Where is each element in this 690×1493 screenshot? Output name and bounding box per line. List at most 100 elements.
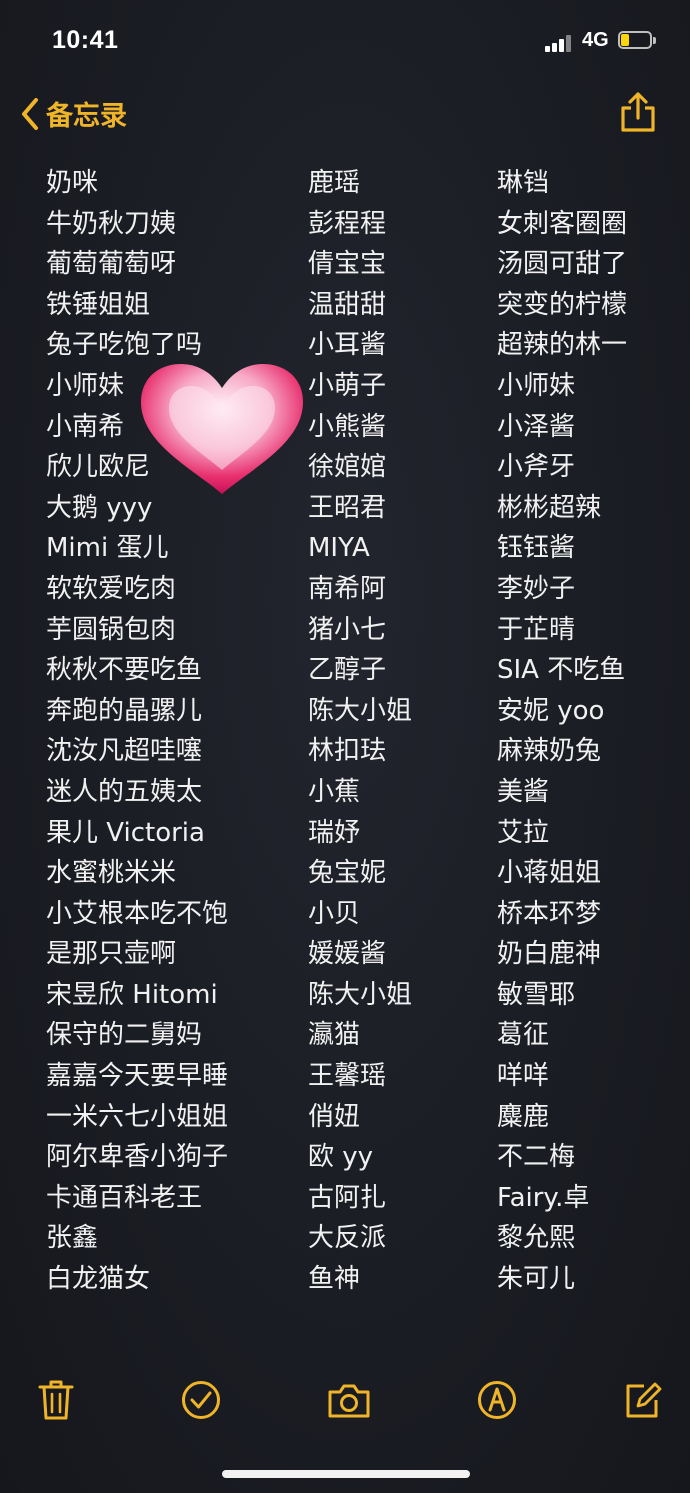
name-entry: Mimi 蛋儿 xyxy=(46,533,169,564)
name-entry: 葛征 xyxy=(497,1020,550,1051)
note-line: 小师妹 小萌子 小师妹 xyxy=(0,366,690,407)
name-entry: 美酱 xyxy=(497,776,550,807)
note-line: 一米六七小姐姐 俏妞 麋鹿 xyxy=(0,1097,690,1138)
name-entry: MIYA xyxy=(308,533,370,564)
compose-icon xyxy=(622,1382,664,1426)
name-entry: 小艾根本吃不饱 xyxy=(46,898,229,929)
markup-button[interactable] xyxy=(476,1378,518,1426)
note-line: 小南希 小熊酱 小泽酱 xyxy=(0,407,690,448)
name-entry: 突变的柠檬 xyxy=(497,289,628,320)
trash-icon xyxy=(36,1380,76,1426)
name-entry: 桥本环梦 xyxy=(497,898,602,929)
camera-icon xyxy=(326,1384,372,1426)
chevron-left-icon xyxy=(20,97,40,131)
name-entry: 铁锤姐姐 xyxy=(46,289,151,320)
name-entry: 麻辣奶兔 xyxy=(497,736,602,767)
name-entry: 麋鹿 xyxy=(497,1101,550,1132)
note-line: 奶咪 鹿瑶 琳铛 xyxy=(0,163,690,204)
markup-pen-icon xyxy=(476,1381,518,1426)
name-entry: 宋昱欣 Hitomi xyxy=(46,979,218,1010)
camera-button[interactable] xyxy=(326,1378,372,1426)
name-entry: 嘉嘉今天要早睡 xyxy=(46,1061,229,1092)
name-entry: 迷人的五姨太 xyxy=(46,776,203,807)
status-time: 10:41 xyxy=(52,26,119,54)
name-entry: 小蕉 xyxy=(308,776,361,807)
name-entry: 瀛猫 xyxy=(308,1020,361,1051)
name-entry: 白龙猫女 xyxy=(46,1264,151,1295)
note-line: Mimi 蛋儿 MIYA 钰钰酱 xyxy=(0,528,690,569)
note-line: 葡萄葡萄呀 倩宝宝 汤圆可甜了 xyxy=(0,244,690,285)
note-line: 小艾根本吃不饱 小贝 桥本环梦 xyxy=(0,894,690,935)
name-entry: 媛媛酱 xyxy=(308,939,387,970)
name-entry: 汤圆可甜了 xyxy=(497,249,628,280)
note-line: 白龙猫女 鱼神 朱可儿 xyxy=(0,1259,690,1300)
note-line: 阿尔卑香小狗子 欧 yy 不二梅 xyxy=(0,1137,690,1178)
compose-button[interactable] xyxy=(622,1378,664,1426)
name-entry: 陈大小姐 xyxy=(308,695,413,726)
delete-button[interactable] xyxy=(36,1378,76,1426)
name-entry: 钰钰酱 xyxy=(497,533,576,564)
name-entry: 咩咩 xyxy=(497,1061,550,1092)
name-entry: 软软爱吃肉 xyxy=(46,573,177,604)
name-entry: 阿尔卑香小狗子 xyxy=(46,1142,229,1173)
name-entry: 张鑫 xyxy=(46,1223,99,1254)
name-entry: 王馨瑶 xyxy=(308,1061,387,1092)
home-indicator[interactable] xyxy=(222,1470,470,1478)
note-body[interactable]: 奶咪 鹿瑶 琳铛 牛奶秋刀姨 彭程程 女刺客圈圈 葡萄葡萄呀 倩宝宝 汤圆可甜了 铁锤姐姐 温甜甜 突… xyxy=(0,163,690,1300)
name-entry: 小贝 xyxy=(308,898,361,929)
name-entry: 鹿瑶 xyxy=(308,168,361,198)
note-line: 张鑫 大反派 黎允熙 xyxy=(0,1218,690,1259)
note-line: 欣儿欧尼 徐婠婠 小斧牙 xyxy=(0,447,690,488)
name-entry: 温甜甜 xyxy=(308,289,387,320)
name-entry: 牛奶秋刀姨 xyxy=(46,208,177,239)
name-entry: 小师妹 xyxy=(497,370,576,401)
signal-icon xyxy=(545,34,575,52)
name-entry: 果儿 Victoria xyxy=(46,817,205,848)
name-entry: 不二梅 xyxy=(497,1142,576,1173)
note-line: 沈汝凡超哇噻 林扣珐 麻辣奶兔 xyxy=(0,731,690,772)
name-entry: 小萌子 xyxy=(308,370,387,401)
name-entry: 沈汝凡超哇噻 xyxy=(46,736,203,767)
note-line: 铁锤姐姐 温甜甜 突变的柠檬 xyxy=(0,285,690,326)
name-entry: 女刺客圈圈 xyxy=(497,208,628,239)
name-entry: SIA 不吃鱼 xyxy=(497,655,626,686)
name-entry: 李妙子 xyxy=(497,573,576,604)
name-entry: 一米六七小姐姐 xyxy=(46,1101,229,1132)
status-bar: 10:41 4G xyxy=(0,0,690,84)
name-entry: 琳铛 xyxy=(497,168,550,198)
battery-icon xyxy=(618,31,658,51)
bottom-toolbar xyxy=(0,1372,690,1432)
name-entry: 小斧牙 xyxy=(497,452,576,483)
name-entry: 瑞妤 xyxy=(308,817,361,848)
name-entry: 欧 yy xyxy=(308,1142,374,1173)
name-entry: Fairy.卓 xyxy=(497,1182,590,1213)
name-entry: 艾拉 xyxy=(497,817,550,848)
note-line: 宋昱欣 Hitomi 陈大小姐 敏雪耶 xyxy=(0,975,690,1016)
name-entry: 小泽酱 xyxy=(497,411,576,442)
note-line: 嘉嘉今天要早睡 王馨瑶 咩咩 xyxy=(0,1056,690,1097)
name-entry: 猪小七 xyxy=(308,614,387,645)
checkmark-circle-icon xyxy=(180,1381,222,1426)
back-button[interactable]: 备忘录 xyxy=(20,94,127,133)
name-entry: 秋秋不要吃鱼 xyxy=(46,655,203,686)
name-entry: 古阿扎 xyxy=(308,1182,387,1213)
name-entry: 鱼神 xyxy=(308,1264,361,1295)
name-entry: 奶白鹿神 xyxy=(497,939,602,970)
network-type: 4G xyxy=(582,29,609,51)
note-line: 软软爱吃肉 南希阿 李妙子 xyxy=(0,569,690,610)
name-entry: 小师妹 xyxy=(46,370,125,401)
share-button[interactable] xyxy=(618,90,658,138)
name-entry: 乙醇子 xyxy=(308,655,387,686)
name-entry: 小蒋姐姐 xyxy=(497,858,602,889)
name-entry: 南希阿 xyxy=(308,573,387,604)
checklist-button[interactable] xyxy=(180,1378,222,1426)
share-icon xyxy=(618,92,658,138)
note-line: 果儿 Victoria 瑞妤 艾拉 xyxy=(0,813,690,854)
name-entry: 兔宝妮 xyxy=(308,858,387,889)
name-entry: 徐婠婠 xyxy=(308,452,387,483)
name-entry: 黎允熙 xyxy=(497,1223,576,1254)
note-line: 牛奶秋刀姨 彭程程 女刺客圈圈 xyxy=(0,204,690,245)
name-entry: 敏雪耶 xyxy=(497,979,576,1010)
name-entry: 水蜜桃米米 xyxy=(46,858,177,889)
name-entry: 葡萄葡萄呀 xyxy=(46,249,177,280)
